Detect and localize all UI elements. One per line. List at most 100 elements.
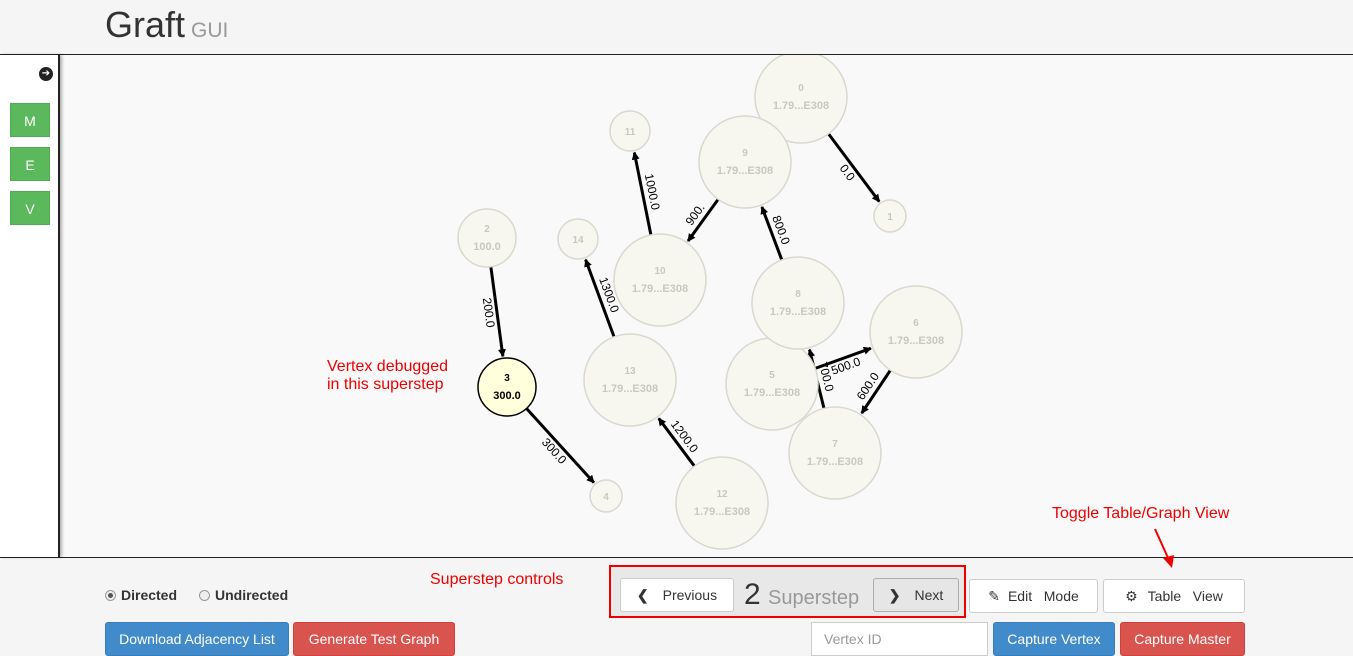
undirected-label: Undirected [215,587,289,603]
edge-label: 300.0 [539,435,570,467]
brand-subtitle: GUI [191,19,229,42]
vertex-2[interactable]: 2 100.0 [457,208,517,268]
annotation-arrow-icon [1154,528,1174,568]
vertex-12[interactable]: 12 1.79...E308 [675,456,769,550]
graph-view[interactable]: 0.0200.0300.0900. 800.01000.01300.01200.0… [0,55,1353,557]
vertex-value: 100.0 [473,241,501,253]
vertex-id: 12 [716,489,728,500]
vertex-id: 1 [887,212,893,223]
vertex-circle[interactable] [725,337,819,431]
vertex-9[interactable]: 9 1.79...E308 [698,115,792,209]
brand: Graft GUI [105,4,228,46]
vertex-14[interactable]: 14 [557,218,599,260]
edge-label: 0.0 [837,162,858,184]
collapse-arrow-icon[interactable]: ➔ [39,67,53,81]
superstep-label: Superstep [768,587,860,609]
vertex-10[interactable]: 10 1.79...E308 [613,233,707,327]
pencil-icon: ✎ [988,588,1000,604]
app-header: Graft GUI [0,0,1353,55]
directed-option[interactable]: Directed [105,587,177,603]
vertex-value: 1.79...E308 [602,383,658,395]
superstep-number: 2 [744,578,761,611]
edge-label: 900. [683,201,708,228]
edge-0-1[interactable] [827,132,881,203]
vertex-7[interactable]: 7 1.79...E308 [788,406,882,500]
annotation-line-2: in this superstep [327,376,444,393]
gear-icon: ⚙ [1125,588,1138,604]
vertex-circle[interactable] [869,285,963,379]
next-button[interactable]: ❯ Next [873,578,959,612]
undirected-radio[interactable] [199,590,210,601]
vertex-value: 1.79...E308 [694,506,750,518]
vertex-value: 1.79...E308 [744,387,800,399]
sidebar-button-e[interactable]: E [10,147,50,181]
capture-vertex-button[interactable]: Capture Vertex [993,622,1115,656]
sidebar-button-v[interactable]: V [10,191,50,225]
vertex-id: 2 [484,224,490,235]
vertex-circle[interactable] [457,208,517,268]
vertex-1[interactable]: 1 [873,199,907,233]
vertex-id: 6 [913,318,919,329]
vertex-4[interactable]: 4 [589,479,623,513]
vertex-13[interactable]: 13 1.79...E308 [583,333,677,427]
download-adjacency-button[interactable]: Download Adjacency List [105,622,289,656]
vertex-value: 1.79...E308 [632,283,688,295]
brand-title: Graft [105,4,186,45]
vertex-value: 1.79...E308 [717,165,773,177]
annotation-vertex-debugged: Vertex debugged in this superstep [327,358,448,394]
directed-radio[interactable] [105,590,116,601]
directed-label: Directed [121,587,178,603]
previous-label: Previous [662,587,718,603]
annotation-toggle-view: Toggle Table/Graph View [1052,505,1230,522]
edge-label: 800.0 [769,213,793,246]
vertex-id: 7 [832,439,838,450]
vertex-id: 5 [769,370,775,381]
edit-mode-button[interactable]: ✎ Edit Mode [969,579,1098,613]
vertex-value: 300.0 [493,390,521,402]
vertex-id: 14 [572,235,584,246]
vertex-value: 1.79...E308 [773,100,829,112]
vertex-8[interactable]: 8 1.79...E308 [751,256,845,350]
vertex-circle[interactable] [698,115,792,209]
vertex-id: 8 [795,289,801,300]
vertex-5[interactable]: 5 1.79...E308 [725,337,819,431]
vertex-id: 10 [654,266,666,277]
vertex-id: 13 [624,366,636,377]
vertex-11[interactable]: 11 [609,110,651,152]
generate-test-graph-button[interactable]: Generate Test Graph [293,622,455,656]
vertex-value: 1.79...E308 [888,335,944,347]
annotation-superstep-controls: Superstep controls [430,571,564,588]
edge-3-4[interactable] [525,407,596,484]
vertex-id: 3 [504,373,510,384]
vertex-circle[interactable] [477,357,537,417]
vertex-value: 1.79...E308 [807,456,863,468]
vertex-circle[interactable] [583,333,677,427]
vertex-id: 4 [603,492,609,503]
capture-master-button[interactable]: Capture Master [1120,622,1245,656]
sidebar-button-m[interactable]: M [10,103,50,137]
annotation-line-1: Vertex debugged [327,358,448,375]
chevron-left-icon: ❮ [636,587,649,603]
chevron-right-icon: ❯ [888,587,901,603]
next-label: Next [914,587,944,603]
vertex-circle[interactable] [675,456,769,550]
table-view-label: Table View [1147,588,1223,604]
vertex-circle[interactable] [613,233,707,327]
vertex-id: 9 [742,148,748,159]
table-view-button[interactable]: ⚙ Table View [1103,579,1245,613]
vertex-circle[interactable] [751,256,845,350]
edit-mode-label: Edit Mode [1007,588,1079,604]
vertex-3[interactable]: 3 300.0 [477,357,537,417]
edge-label: 200.0 [480,297,498,329]
previous-button[interactable]: ❮ Previous [620,578,734,612]
sidebar: ➔ M E V [0,55,60,557]
undirected-option[interactable]: Undirected [199,587,288,603]
vertex-6[interactable]: 6 1.79...E308 [869,285,963,379]
vertex-id: 0 [798,83,804,94]
edge-label: 500.0 [829,354,862,377]
vertex-id: 11 [625,127,636,138]
vertex-value: 1.79...E308 [770,306,826,318]
edge-label: 600.0 [854,370,883,403]
vertex-circle[interactable] [788,406,882,500]
vertex-id-input[interactable]: Vertex ID [811,622,988,656]
